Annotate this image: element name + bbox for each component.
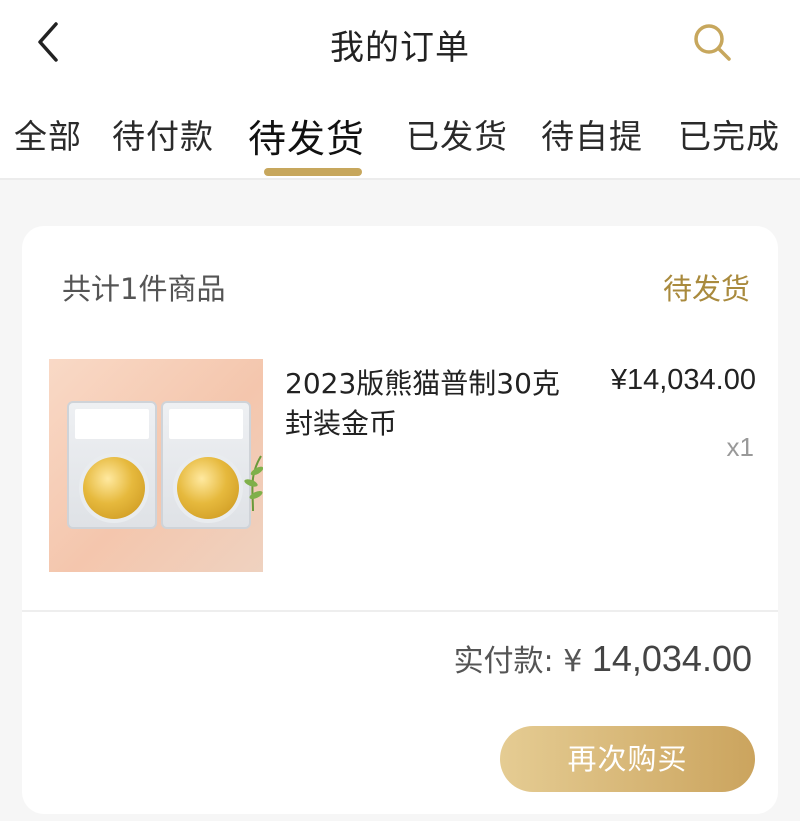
page-title: 我的订单 [330,28,470,68]
amount-paid-label: 实付款: ¥ [453,644,583,679]
tab-pending-pickup[interactable]: 待自提 [541,110,643,158]
rebuy-button[interactable]: 再次购买 [500,726,755,792]
divider [22,610,778,612]
product-quantity: x1 [726,432,754,462]
product-price: ¥14,034.00 [610,364,756,396]
search-icon [694,24,731,61]
amount-paid: 实付款: ¥ 14,034.00 [454,636,752,680]
search-button[interactable] [690,20,734,64]
active-tab-indicator [264,168,362,176]
tab-pending-shipment[interactable]: 待发货 [248,108,365,163]
order-tabs: 全部 待付款 待发货 已发货 待自提 已完成 [0,102,800,178]
order-status: 待发货 [662,272,750,306]
order-item-count: 共计1件商品 [62,272,226,306]
coin-slab-back [161,401,251,529]
order-card[interactable]: 共计1件商品 待发货 2023版熊猫普制30克封装金币 ¥14,034.00 x… [22,226,778,814]
product-name[interactable]: 2023版熊猫普制30克封装金币 [285,364,575,444]
top-bar: 我的订单 全部 待付款 待发货 已发货 待自提 已完成 [0,0,800,180]
tab-pending-payment[interactable]: 待付款 [112,110,214,158]
plant-decoration-icon [244,455,263,511]
amount-paid-value: 14,034.00 [591,638,752,679]
coin-slab-front [67,401,157,529]
product-image[interactable] [49,359,263,572]
tab-shipped[interactable]: 已发货 [406,110,508,158]
tab-completed[interactable]: 已完成 [678,110,780,158]
tab-all[interactable]: 全部 [14,110,82,158]
